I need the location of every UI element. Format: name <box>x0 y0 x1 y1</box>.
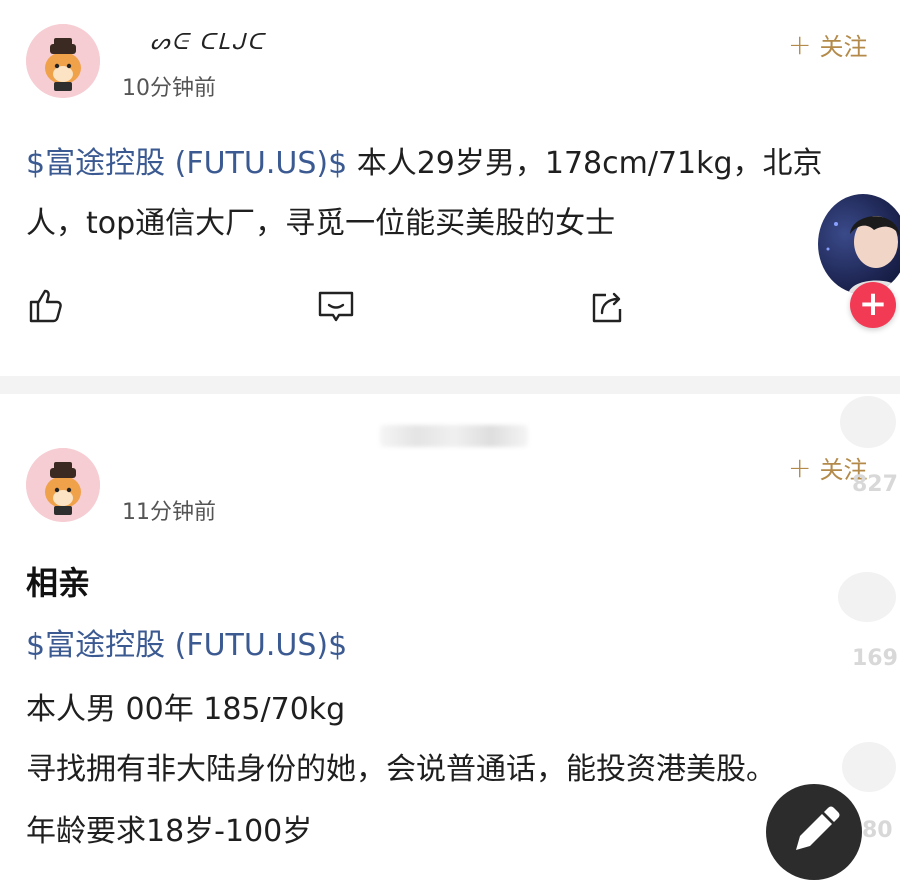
plus-icon: + <box>788 28 812 61</box>
like-icon[interactable] <box>840 396 896 448</box>
floating-user-avatar[interactable] <box>818 194 900 294</box>
post-text-line-1: 本人男 00年 185/70kg <box>26 692 346 727</box>
stock-tag-link[interactable]: $富途控股 (FUTU.US)$ <box>26 620 347 664</box>
follow-button[interactable]: + 关注 <box>788 27 867 62</box>
plus-icon: + <box>788 451 812 484</box>
post-text-line-1: $富途控股 (FUTU.US)$ 本人29岁男，178cm/71kg，北京 <box>26 138 823 182</box>
comment-icon[interactable] <box>838 572 896 622</box>
username[interactable]: ᔕᕮ ᑕᒪᒍᑕ <box>150 30 265 55</box>
post-text: 本人29岁男，178cm/71kg，北京 <box>347 146 823 181</box>
post-time: 10分钟前 <box>122 76 216 101</box>
post-card-2: 11分钟前 + 关注 相亲 $富途控股 (FUTU.US)$ 本人男 00年 1… <box>0 394 900 872</box>
fox-mascot-icon <box>26 448 100 522</box>
user-avatar[interactable] <box>26 448 100 522</box>
comment-count: 169 <box>852 646 898 671</box>
user-avatar[interactable] <box>26 24 100 98</box>
comment-icon[interactable] <box>316 287 356 327</box>
floating-add-button[interactable]: + <box>850 282 896 328</box>
post-card-1: ᔕᕮ ᑕᒪᒍᑕ 10分钟前 + 关注 $富途控股 (FUTU.US)$ 本人29… <box>0 0 900 376</box>
like-count: 827 <box>852 472 898 497</box>
like-icon[interactable] <box>26 285 66 325</box>
share-count: 80 <box>862 818 893 843</box>
post-divider <box>0 376 900 394</box>
post-text-line-2: 寻找拥有非大陆身份的她，会说普通话，能投资港美股。 <box>26 752 776 787</box>
share-icon[interactable] <box>588 287 628 327</box>
stock-tag-link[interactable]: $富途控股 (FUTU.US)$ <box>26 146 347 181</box>
portrait-icon <box>826 216 900 294</box>
follow-label: 关注 <box>819 33 868 61</box>
post-title: 相亲 <box>26 564 91 602</box>
post-time: 11分钟前 <box>122 500 216 525</box>
pencil-icon <box>796 806 840 850</box>
fox-mascot-icon <box>26 24 100 98</box>
plus-icon: + <box>858 284 888 324</box>
redacted-text <box>380 425 528 447</box>
post-text-line-3: 年龄要求18岁-100岁 <box>26 814 313 849</box>
compose-button[interactable] <box>766 784 862 880</box>
post-text-line-2: 人，top通信大厂，寻觅一位能买美股的女士 <box>26 206 616 241</box>
